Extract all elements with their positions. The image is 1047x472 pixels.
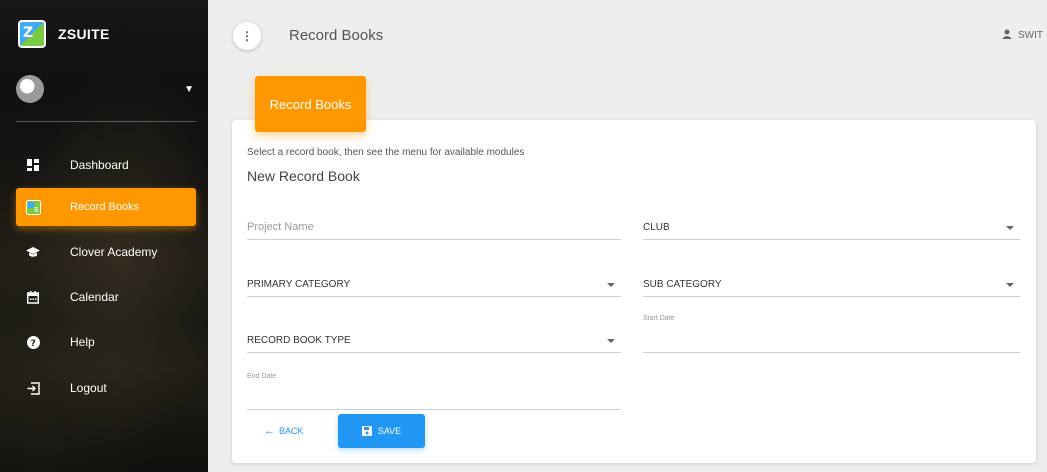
record-book-type-label: RECORD BOOK TYPE [247, 335, 351, 346]
caret-down-icon [1006, 283, 1014, 287]
caret-down-icon [607, 283, 615, 287]
page-title: Record Books [289, 27, 384, 44]
caret-down-icon [607, 339, 615, 343]
card-header: Record Books [255, 76, 366, 132]
sidebar-item-label: Clover Academy [70, 245, 158, 259]
sidebar-item-clover-academy[interactable]: Clover Academy [16, 233, 196, 271]
sidebar-item-logout[interactable]: Logout [16, 369, 196, 407]
sidebar-item-label: Calendar [70, 290, 119, 304]
zsuite-logo: Z [18, 20, 46, 48]
record-book-type-select[interactable]: RECORD BOOK TYPE [247, 323, 621, 353]
club-select[interactable]: CLUB [643, 210, 1020, 240]
start-date-field[interactable] [643, 323, 1020, 353]
svg-text:B: B [34, 206, 39, 214]
end-date-label: End Date [247, 373, 277, 380]
sidebar-item-record-books[interactable]: B Record Books [16, 188, 196, 226]
save-button[interactable]: SAVE [338, 414, 425, 448]
sub-category-select[interactable]: SUB CATEGORY [643, 267, 1020, 297]
svg-text:?: ? [30, 339, 35, 349]
calendar-icon [25, 289, 41, 305]
sidebar-item-label: Dashboard [70, 158, 129, 172]
top-bar: ⋮ Record Books SWIT [208, 0, 1047, 70]
project-name-field[interactable]: Project Name [247, 210, 621, 240]
card-description: Select a record book, then see the menu … [247, 147, 525, 158]
back-label: BACK [279, 426, 304, 436]
start-date-label: Start Date [643, 315, 675, 322]
sub-category-label: SUB CATEGORY [643, 279, 722, 290]
more-vertical-icon[interactable]: ⋮ [233, 22, 261, 50]
caret-down-icon [1006, 226, 1014, 230]
sidebar-item-label: Logout [70, 381, 107, 395]
primary-category-select[interactable]: PRIMARY CATEGORY [247, 267, 621, 297]
club-label: CLUB [643, 222, 670, 233]
switch-user-button[interactable]: SWIT [1002, 29, 1043, 42]
primary-category-label: PRIMARY CATEGORY [247, 279, 351, 290]
graduation-cap-icon [25, 244, 41, 260]
brand[interactable]: Z ZSUITE [18, 16, 110, 52]
arrow-left-icon: ← [264, 425, 275, 437]
record-books-icon: B [25, 199, 41, 215]
save-label: SAVE [377, 426, 402, 436]
sidebar-item-label: Record Books [70, 201, 140, 213]
floppy-disk-icon [361, 426, 372, 436]
user-menu[interactable]: ▼ [16, 72, 196, 106]
help-icon: ? [25, 334, 41, 350]
sidebar-divider [16, 121, 196, 122]
switch-label: SWIT [1018, 30, 1043, 41]
logo-text: Z [23, 25, 34, 41]
brand-name: ZSUITE [58, 26, 110, 42]
sidebar-item-dashboard[interactable]: Dashboard [16, 146, 196, 184]
sidebar-item-help[interactable]: ? Help [16, 323, 196, 361]
logout-icon [25, 380, 41, 396]
caret-down-icon: ▼ [184, 83, 194, 95]
sidebar: Z ZSUITE ▼ Dashboard B Record Books Clov… [0, 0, 208, 472]
sidebar-item-calendar[interactable]: Calendar [16, 278, 196, 316]
sidebar-item-label: Help [70, 335, 95, 349]
back-button[interactable]: ← BACK [264, 419, 304, 443]
user-icon [1002, 29, 1012, 42]
avatar [16, 75, 44, 103]
card-subtitle: New Record Book [247, 168, 360, 184]
end-date-field[interactable] [247, 380, 621, 410]
project-name-placeholder: Project Name [247, 221, 314, 233]
dashboard-icon [25, 157, 41, 173]
